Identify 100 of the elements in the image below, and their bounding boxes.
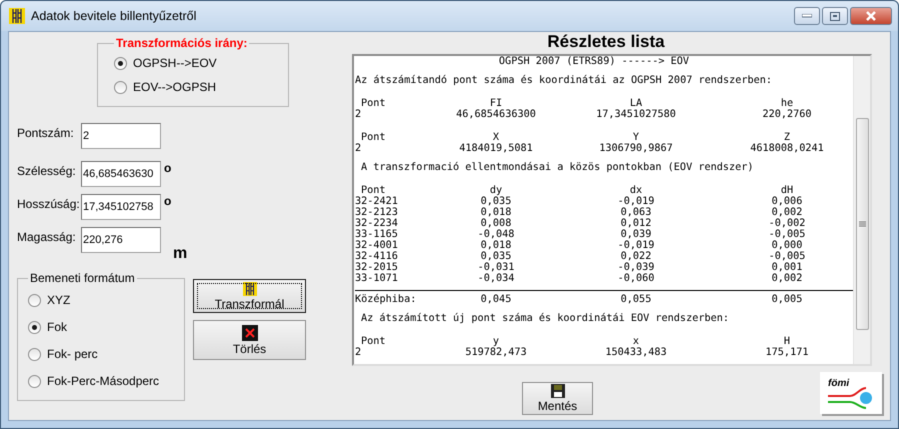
column-heading: H (782, 336, 792, 347)
list-cell-text: -0,019 (616, 196, 656, 207)
list-cell-text: -0,019 (616, 240, 656, 251)
ladder-icon (242, 282, 256, 296)
input-field[interactable]: 46,685463630 (81, 161, 161, 187)
close-icon (865, 11, 877, 21)
list-cell-text: 33-1071 (355, 273, 399, 284)
column-heading: dH (780, 185, 794, 196)
unit-label: o (164, 161, 172, 175)
list-line: A transzformació ellentmondásai a közös pontokban (EOV rendszer) (360, 162, 755, 173)
radio-option[interactable]: OGPSH-->EOV (114, 56, 288, 70)
column-heading: X (492, 132, 500, 143)
list-cell-text: -0,005 (768, 229, 806, 240)
list-cell-text: -0,039 (616, 262, 656, 273)
column-heading: x (632, 336, 640, 347)
input-field[interactable]: 17,345102758 (81, 194, 161, 220)
radio-option[interactable]: Fok- perc (28, 347, 184, 361)
column-heading: dy (490, 185, 502, 196)
radio-button[interactable] (114, 80, 127, 94)
delete-button[interactable]: Törlés (193, 320, 306, 360)
column-heading: LA (628, 98, 644, 109)
column-heading: FI (488, 98, 504, 109)
list-cell-text: -0,002 (768, 218, 806, 229)
list-cell-text: 0,008 (480, 218, 512, 229)
transform-button[interactable]: Transzformál (193, 279, 306, 313)
list-cell-text: 0,035 (480, 196, 512, 207)
radio-button[interactable] (28, 374, 41, 388)
list-cell-text: 0,018 (480, 240, 512, 251)
list-cell-text: 519782,473 (464, 347, 528, 358)
radio-option[interactable]: Fok-Perc-Másodperc (28, 374, 184, 388)
list-cell-text: 0,022 (620, 251, 652, 262)
list-cell-text: 0,045 (480, 294, 512, 305)
column-heading: he (780, 98, 794, 109)
column-heading: y (492, 336, 500, 347)
list-cell-text: 46,6854636300 (455, 109, 537, 120)
save-button[interactable]: Mentés (522, 382, 593, 415)
column-heading: Y (632, 132, 640, 143)
list-cell-text: 2 (355, 143, 362, 154)
column-heading: Z (782, 132, 792, 143)
maximize-button[interactable] (822, 7, 848, 25)
list-cell-text: -0,005 (768, 251, 806, 262)
scrollbar[interactable] (853, 56, 870, 364)
input-field[interactable]: 220,276 (81, 227, 161, 253)
list-line: Az átszámítandó pont száma és koordinátái az OGPSH 2007 rendszerben: (355, 75, 774, 86)
field-label: Szélesség: (17, 163, 77, 178)
radio-button[interactable] (28, 320, 41, 334)
list-cell-text: 1306790,9867 (598, 143, 674, 154)
unit-label: m (173, 245, 188, 263)
column-heading: Pont (360, 98, 387, 109)
unit-label: o (164, 194, 172, 208)
column-heading: Pont (360, 185, 387, 196)
list-cell-text: 32-2123 (355, 207, 399, 218)
radio-button[interactable] (114, 56, 127, 70)
radio-option[interactable]: Fok (28, 320, 184, 334)
radio-option[interactable]: EOV-->OGPSH (114, 80, 288, 94)
list-cell-text: 2 (355, 347, 362, 358)
group-legend: Bemeneti formátum (28, 271, 137, 285)
list-cell-text: 32-2234 (355, 218, 399, 229)
list-cell-text: 4618008,0241 (749, 143, 825, 154)
list-cell-text: 2 (355, 109, 362, 120)
scroll-thumb[interactable] (856, 118, 868, 330)
radio-button[interactable] (28, 348, 41, 360)
minimize-icon (802, 14, 812, 18)
column-heading: Pont (360, 336, 387, 347)
list-cell-text: -0,031 (476, 262, 516, 273)
list-cell-text: 0,063 (620, 207, 652, 218)
list-cell-text: 0,002 (770, 273, 804, 284)
list-cell-text: 0,055 (620, 294, 652, 305)
list-cell-text: 32-4001 (355, 240, 399, 251)
list-line: OGPSH 2007 (ETRS89) ------> EOV (498, 56, 690, 67)
input-field[interactable]: 2 (81, 123, 161, 149)
list-cell-text: Középhiba: (355, 294, 418, 305)
field-label: Magasság: (17, 229, 77, 244)
list-cell-text: 175,171 (764, 347, 810, 358)
list-cell-text: -0,060 (616, 273, 656, 284)
column-heading: dx (628, 185, 644, 196)
list-cell-text: 0,035 (480, 251, 512, 262)
list-cell-text: 33-1165 (355, 229, 399, 240)
minimize-button[interactable] (794, 7, 820, 25)
close-button[interactable] (850, 7, 892, 25)
list-cell-text: 0,005 (770, 294, 804, 305)
radio-button[interactable] (28, 294, 41, 306)
field-label: Pontszám: (17, 125, 75, 140)
logo: fömi (820, 372, 882, 414)
list-cell-text: 4184019,5081 (458, 143, 534, 154)
list-cell-text: -0,048 (476, 229, 516, 240)
list-cell-text: 0,012 (620, 218, 652, 229)
list-cell-text: 220,2760 (761, 109, 813, 120)
list-title: Részletes lista (546, 32, 666, 52)
column-heading: Pont (360, 132, 387, 143)
list-cell-text: 0,000 (770, 240, 804, 251)
list-cell-text: 0,006 (770, 196, 804, 207)
list-line: Az átszámított új pont száma és koordinátái EOV rendszerben: (360, 313, 730, 324)
ladder-icon (9, 8, 25, 24)
radio-option[interactable]: XYZ (28, 293, 184, 307)
list-cell-text: 0,039 (620, 229, 652, 240)
list-cell-text: 17,3451027580 (595, 109, 677, 120)
list-cell-text: 0,002 (770, 207, 804, 218)
field-label: Hosszúság: (17, 196, 81, 211)
window-title: Adatok bevitele billentyűzetről (31, 9, 198, 23)
